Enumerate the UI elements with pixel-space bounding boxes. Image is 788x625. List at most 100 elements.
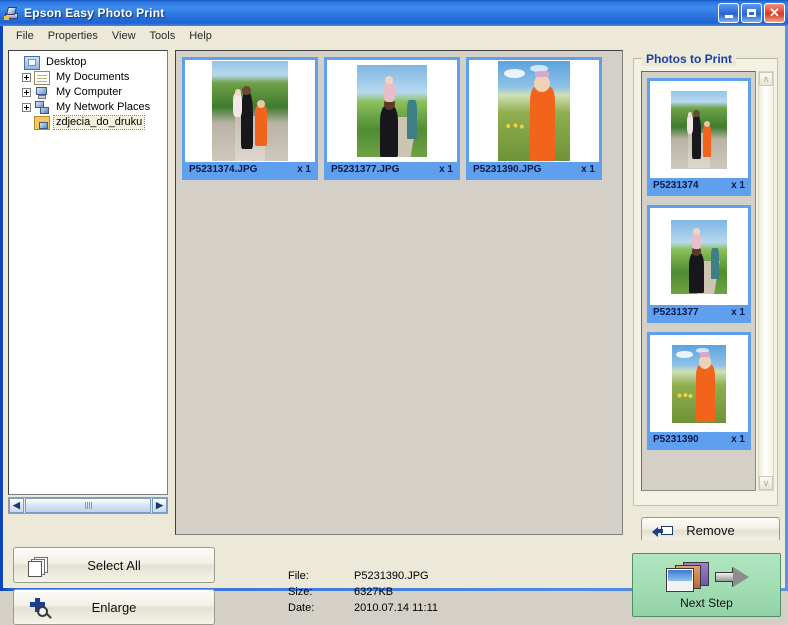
tree-node-label: My Computer [56, 86, 123, 98]
thumbnail-browser[interactable]: P5231374.JPG x 1 P5231377.JPG x 1 P52313… [175, 50, 623, 535]
thumbnail-count: x 1 [297, 164, 311, 175]
application-window: Epson Easy Photo Print ✕ File Properties… [0, 0, 788, 625]
scroll-left-icon[interactable]: ◀ [9, 498, 24, 513]
photo-stack-icon [665, 562, 717, 592]
file-info-panel: File: P5231390.JPG Size: 6327KB Date: 20… [288, 568, 438, 616]
menu-item-properties[interactable]: Properties [41, 28, 105, 44]
photos-to-print-scrollbar[interactable]: ∧ ∨ [758, 71, 774, 491]
maximize-button[interactable] [741, 3, 762, 23]
scroll-down-icon[interactable]: ∨ [759, 476, 773, 490]
photos-to-print-title: Photos to Print [642, 52, 736, 66]
date-label: Date: [288, 602, 315, 614]
stacked-pages-icon [28, 557, 52, 577]
tree-node-my-computer[interactable]: My Computer [22, 85, 164, 100]
tree-node-zdjecia-do-druku[interactable]: zdjecia_do_druku [22, 115, 164, 130]
menu-item-tools[interactable]: Tools [143, 28, 183, 44]
tree-node-label: Desktop [46, 56, 87, 68]
thumbnail-item[interactable]: P5231377.JPG x 1 [324, 57, 460, 180]
thumbnail-filename: P5231390.JPG [473, 164, 542, 175]
thumbnail-item[interactable]: P5231390.JPG x 1 [466, 57, 602, 180]
scrollbar-thumb[interactable] [25, 498, 151, 513]
print-item-count: x 1 [731, 180, 745, 191]
right-arrow-icon [714, 567, 755, 587]
scroll-right-icon[interactable]: ▶ [152, 498, 167, 513]
print-list-item[interactable]: P5231374 x 1 [647, 78, 751, 196]
print-item-filename: P5231374 [653, 180, 699, 191]
network-places-icon [34, 100, 50, 115]
menu-item-view[interactable]: View [105, 28, 143, 44]
computer-icon [34, 86, 50, 100]
print-item-filename: P5231390 [653, 434, 699, 445]
menu-item-file[interactable]: File [9, 28, 41, 44]
print-item-filename: P5231377 [653, 307, 699, 318]
thumbnail-photo [327, 60, 457, 162]
thumbnail-item[interactable]: P5231374.JPG x 1 [182, 57, 318, 180]
tree-node-my-documents[interactable]: My Documents [22, 70, 164, 85]
scroll-up-icon[interactable]: ∧ [759, 72, 773, 86]
print-item-count: x 1 [731, 307, 745, 318]
select-all-label: Select All [87, 557, 141, 573]
scrollbar-track[interactable] [759, 86, 773, 476]
file-info-row: Size: 6327KB [288, 584, 438, 600]
thumbnail-caption: P5231390.JPG x 1 [469, 162, 599, 177]
print-item-count: x 1 [731, 434, 745, 445]
file-info-row: File: P5231390.JPG [288, 568, 438, 584]
photos-to-print-group: Photos to Print P5231374 x 1 P5231377 x … [633, 52, 780, 543]
minimize-button[interactable] [718, 3, 739, 23]
file-label: File: [288, 570, 309, 582]
photos-to-print-panel: Photos to Print P5231374 x 1 P5231377 x … [631, 50, 780, 543]
print-item-photo [650, 335, 748, 432]
photo-stack-arrow-icon [659, 560, 755, 594]
thumbnail-filename: P5231374.JPG [189, 164, 258, 175]
window-controls: ✕ [718, 3, 785, 23]
file-info-row: Date: 2010.07.14 11:11 [288, 600, 438, 616]
close-button[interactable]: ✕ [764, 3, 785, 23]
photo-image [498, 61, 570, 161]
expand-plus-icon[interactable] [22, 88, 31, 97]
expand-plus-icon[interactable] [22, 73, 31, 82]
magnifier-plus-icon [28, 598, 52, 620]
enlarge-button[interactable]: Enlarge [13, 589, 215, 625]
thumbnail-photo [469, 60, 599, 162]
folder-tree[interactable]: Desktop My Documents My Computer My Netw… [8, 50, 168, 495]
desktop-icon [24, 55, 40, 70]
tree-node-label: My Network Places [56, 101, 151, 113]
thumbnail-photo [185, 60, 315, 162]
next-step-button[interactable]: Next Step [632, 553, 781, 617]
tree-node-label: My Documents [56, 71, 130, 83]
print-item-photo [650, 81, 748, 178]
size-value: 6327KB [354, 586, 394, 598]
print-list-item[interactable]: P5231390 x 1 [647, 332, 751, 450]
window-title: Epson Easy Photo Print [24, 6, 165, 20]
epson-app-icon [4, 5, 20, 21]
bottom-toolbar: Select All Enlarge File: P5231390.JPG Si… [3, 540, 785, 625]
print-item-caption: P5231377 x 1 [650, 305, 748, 320]
enlarge-label: Enlarge [91, 599, 137, 615]
left-arrow-remove-icon [652, 525, 674, 537]
thumbnail-count: x 1 [581, 164, 595, 175]
photos-to-print-list[interactable]: P5231374 x 1 P5231377 x 1 P5231390 x 1 [641, 71, 756, 491]
photo-image [671, 219, 727, 294]
print-list-item[interactable]: P5231377 x 1 [647, 205, 751, 323]
thumbnail-caption: P5231377.JPG x 1 [327, 162, 457, 177]
print-item-caption: P5231374 x 1 [650, 178, 748, 193]
select-all-button[interactable]: Select All [13, 547, 215, 583]
photo-image [671, 90, 727, 169]
tree-horizontal-scrollbar[interactable]: ◀ ▶ [8, 497, 168, 514]
photo-image [212, 61, 288, 161]
documents-folder-icon [34, 70, 50, 85]
photo-image [357, 65, 427, 157]
client-area: Desktop My Documents My Computer My Netw… [3, 45, 785, 625]
scrollbar-grip-icon [84, 502, 92, 509]
tree-node-desktop[interactable]: Desktop [12, 55, 164, 70]
date-value: 2010.07.14 11:11 [354, 602, 439, 614]
size-label: Size: [288, 586, 313, 598]
remove-button-label: Remove [686, 522, 735, 538]
photo-image [672, 344, 726, 423]
print-item-caption: P5231390 x 1 [650, 432, 748, 447]
menu-bar: File Properties View Tools Help [3, 26, 785, 45]
menu-item-help[interactable]: Help [182, 28, 219, 44]
print-item-photo [650, 208, 748, 305]
expand-plus-icon[interactable] [22, 103, 31, 112]
tree-node-my-network-places[interactable]: My Network Places [22, 100, 164, 115]
